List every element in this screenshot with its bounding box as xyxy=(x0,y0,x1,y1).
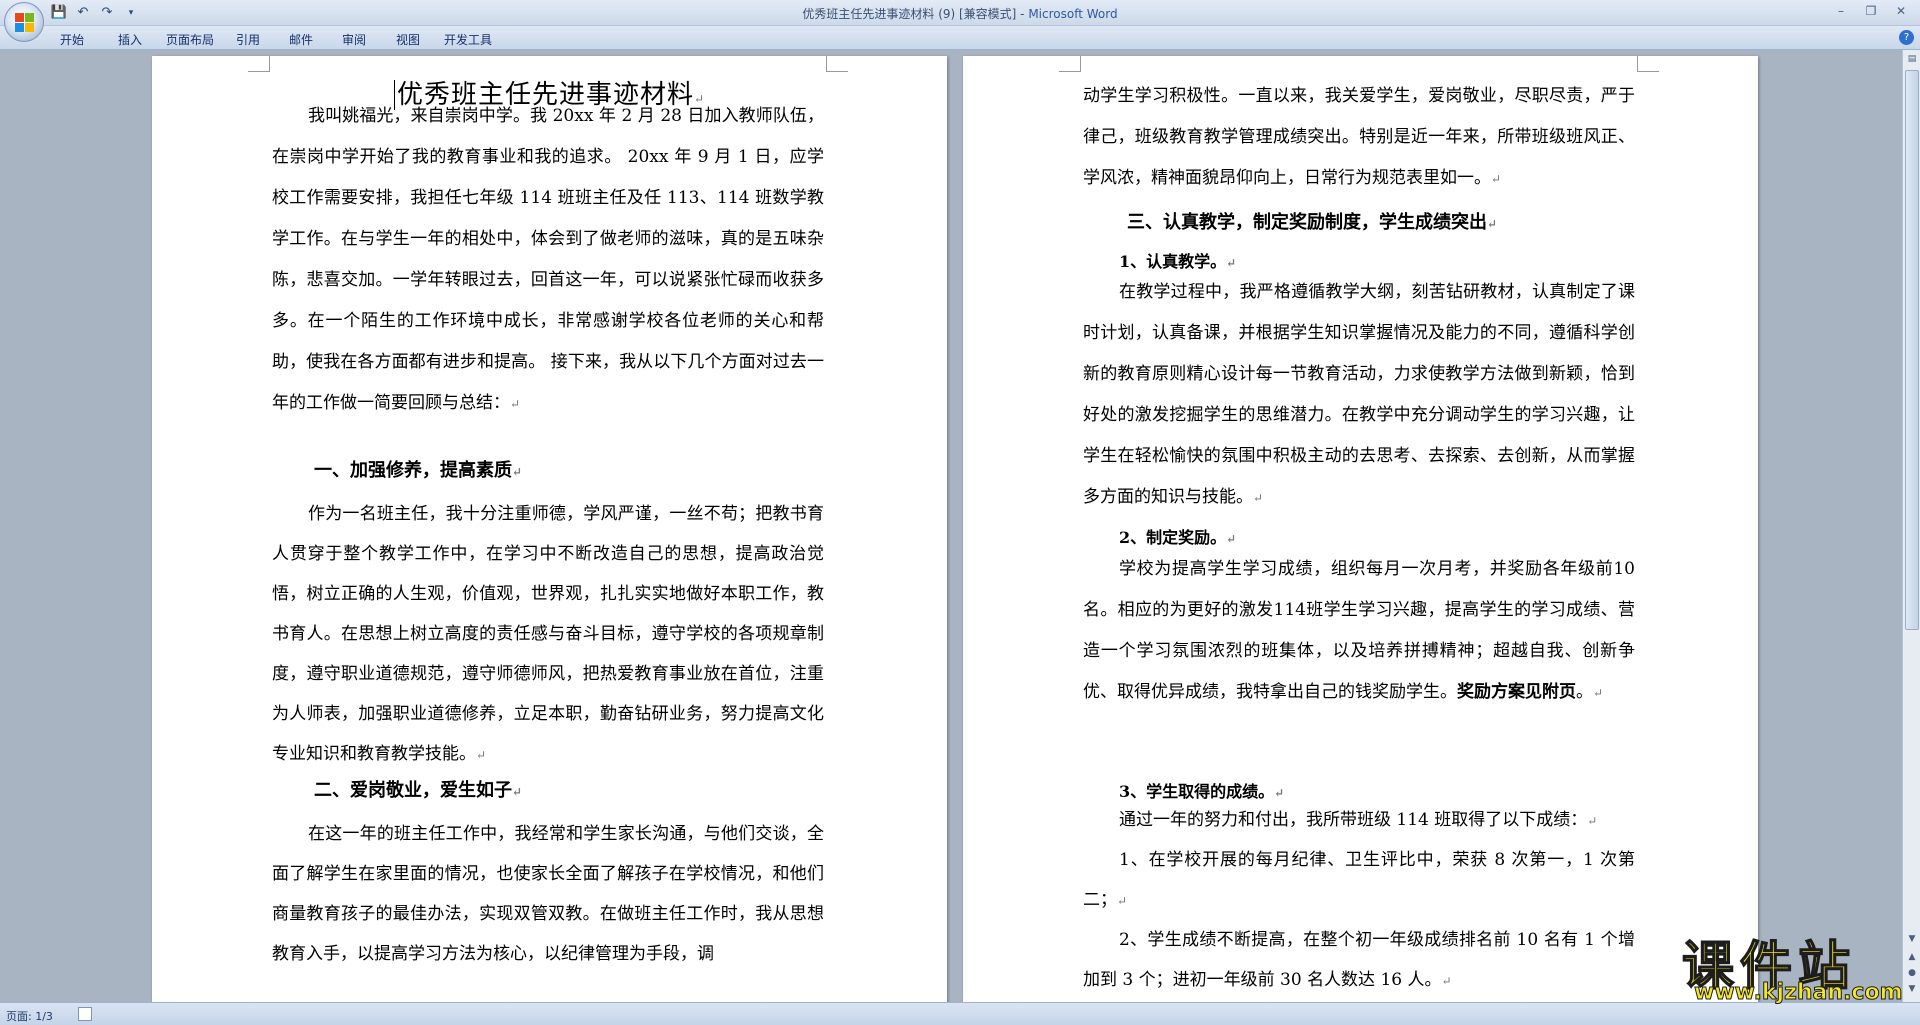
paragraph-mark: ↵ xyxy=(1117,894,1128,908)
vertical-scrollbar[interactable]: ▤ ▼ ▲ ● ▼ xyxy=(1902,50,1920,1002)
results-intro: 通过一年的努力和付出，我所带班级 114 班取得了以下成绩：↵ xyxy=(1083,800,1635,841)
margin-corner-mark xyxy=(248,56,270,72)
intro-paragraph: 我叫姚福光，来自崇岗中学。我 20xx 年 2 月 28 日加入教师队伍，在崇岗… xyxy=(272,96,824,425)
margin-corner-mark xyxy=(826,56,848,72)
paragraph-mark: ↵ xyxy=(512,465,523,479)
office-logo-icon xyxy=(15,13,35,33)
result-item-2: 2、学生成绩不断提高，在整个初一年级成绩排名前 10 名有 1 个增加到 3 个… xyxy=(1083,920,1635,1001)
title-bar: 💾 ↶ ↷ ▾ 优秀班主任先进事迹材料 (9) [兼容模式] - Microso… xyxy=(0,0,1920,42)
ribbon-tab-bar: 开始 插入 页面布局 引用 邮件 审阅 视图 开发工具 ? xyxy=(0,26,1920,50)
subheading-text: 2、制定奖励。 xyxy=(1119,528,1227,547)
help-icon[interactable]: ? xyxy=(1899,30,1914,45)
paragraph-end: 。 xyxy=(1576,682,1593,702)
tab-mailings[interactable]: 邮件 xyxy=(274,29,328,50)
restore-icon[interactable]: ❐ xyxy=(1858,2,1884,20)
document-page-2[interactable]: 动学生学习积极性。一直以来，我关爱学生，爱岗敬业，尽职尽责，严于律己，班级教育教… xyxy=(963,56,1758,1002)
tab-page-layout[interactable]: 页面布局 xyxy=(158,29,222,50)
ribbon-tabs: 开始 插入 页面布局 引用 邮件 审阅 视图 开发工具 xyxy=(52,29,500,50)
close-icon[interactable]: ✕ xyxy=(1888,2,1914,20)
subheading-text: 3、学生取得的成绩。 xyxy=(1119,782,1275,801)
document-page-1[interactable]: 优秀班主任先进事迹材料↵ 我叫姚福光，来自崇岗中学。我 20xx 年 2 月 2… xyxy=(152,56,947,1002)
paragraph-mark: ↵ xyxy=(1274,786,1285,800)
app-name: Microsoft Word xyxy=(1028,7,1118,21)
document-area: 优秀班主任先进事迹材料↵ 我叫姚福光，来自崇岗中学。我 20xx 年 2 月 2… xyxy=(0,50,1902,1002)
watermark-logo: 课件站 www.kjzhan.com xyxy=(1681,924,1914,1006)
margin-corner-mark xyxy=(1059,56,1081,72)
tab-references[interactable]: 引用 xyxy=(222,29,274,50)
section-2-paragraph: 在这一年的班主任工作中，我经常和学生家长沟通，与他们交谈，全面了解学生在家里面的… xyxy=(272,814,824,974)
section-1-paragraph: 作为一名班主任，我十分注重师德，学风严谨，一丝不苟；把教书育人贯穿于整个教学工作… xyxy=(272,494,824,775)
paragraph-mark: ↵ xyxy=(1226,532,1237,546)
paragraph-mark: ↵ xyxy=(1587,814,1598,828)
paragraph-mark: ↵ xyxy=(1226,256,1237,270)
ruler-toggle-icon[interactable]: ▤ xyxy=(1905,52,1919,66)
paragraph-mark: ↵ xyxy=(476,748,487,762)
result-item-1: 1、在学校开展的每月纪律、卫生评比中，荣获 8 次第一，1 次第二；↵ xyxy=(1083,840,1635,921)
office-button[interactable] xyxy=(4,2,44,42)
heading-text: 三、认真教学，制定奖励制度，学生成绩突出 xyxy=(1127,212,1487,233)
tab-developer[interactable]: 开发工具 xyxy=(436,29,500,50)
paragraph-text: 作为一名班主任，我十分注重师德，学风严谨，一丝不苟；把教书育人贯穿于整个教学工作… xyxy=(272,504,824,764)
page-count-status[interactable]: 页面: 1/3 xyxy=(6,1008,53,1024)
paragraph-mark: ↵ xyxy=(1593,686,1604,700)
paragraph-text: 1、在学校开展的每月纪律、卫生评比中，荣获 8 次第一，1 次第二； xyxy=(1083,850,1635,910)
subheading-text: 1、认真教学。 xyxy=(1119,252,1227,271)
paragraph-text: 在教学过程中，我严格遵循教学大纲，刻苦钻研教材，认真制定了课时计划，认真备课，并… xyxy=(1083,282,1635,507)
teaching-paragraph: 在教学过程中，我严格遵循教学大纲，刻苦钻研教材，认真制定了课时计划，认真备课，并… xyxy=(1083,272,1635,519)
reward-paragraph: 学校为提高学生学习成绩，组织每月一次月考，并奖励各年级前10名。相应的为更好的激… xyxy=(1083,549,1635,714)
tab-home[interactable]: 开始 xyxy=(52,29,92,50)
subheading-3: 3、学生取得的成绩。↵ xyxy=(1119,778,1284,802)
scrollbar-thumb[interactable] xyxy=(1905,70,1919,630)
heading-text: 一、加强修养，提高素质 xyxy=(314,460,512,481)
window-controls: – ❐ ✕ xyxy=(1828,2,1914,20)
paragraph-text: 在这一年的班主任工作中，我经常和学生家长沟通，与他们交谈，全面了解学生在家里面的… xyxy=(272,824,824,964)
paragraph-mark: ↵ xyxy=(512,785,523,799)
continued-paragraph: 动学生学习积极性。一直以来，我关爱学生，爱岗敬业，尽职尽责，严于律己，班级教育教… xyxy=(1083,76,1635,200)
paragraph-mark: ↵ xyxy=(1487,217,1498,231)
watermark-url: www.kjzhan.com xyxy=(1694,980,1904,1006)
tab-insert[interactable]: 插入 xyxy=(102,29,158,50)
paragraph-mark: ↵ xyxy=(1491,172,1502,186)
subheading-1: 1、认真教学。↵ xyxy=(1119,248,1236,272)
heading-text: 二、爱岗敬业，爱生如子 xyxy=(314,780,512,801)
paragraph-text: 动学生学习积极性。一直以来，我关爱学生，爱岗敬业，尽职尽责，严于律己，班级教育教… xyxy=(1083,86,1635,188)
paragraph-mark: ↵ xyxy=(1253,491,1264,505)
paragraph-mark: ↵ xyxy=(1441,974,1452,988)
status-bar: 页面: 1/3 xyxy=(0,1002,1920,1025)
section-heading-3: 三、认真教学，制定奖励制度，学生成绩突出↵ xyxy=(1127,208,1497,234)
appendix-reference: 奖励方案见附页 xyxy=(1457,682,1576,702)
window-title: 优秀班主任先进事迹材料 (9) [兼容模式] - Microsoft Word xyxy=(0,5,1920,22)
document-title-text: 优秀班主任先进事迹材料 (9) [兼容模式] - xyxy=(802,7,1029,21)
paragraph-mark: ↵ xyxy=(510,397,521,411)
section-heading-2: 二、爱岗敬业，爱生如子↵ xyxy=(314,776,522,802)
margin-corner-mark xyxy=(1637,56,1659,72)
section-heading-1: 一、加强修养，提高素质↵ xyxy=(314,456,522,482)
subheading-2: 2、制定奖励。↵ xyxy=(1119,524,1236,548)
minimize-icon[interactable]: – xyxy=(1828,2,1854,20)
tab-review[interactable]: 审阅 xyxy=(328,29,380,50)
paragraph-text: 学校为提高学生学习成绩，组织每月一次月考，并奖励各年级前10名。相应的为更好的激… xyxy=(1083,559,1635,702)
intro-text: 我叫姚福光，来自崇岗中学。我 20xx 年 2 月 28 日加入教师队伍，在崇岗… xyxy=(272,106,824,413)
tab-view[interactable]: 视图 xyxy=(380,29,436,50)
paragraph-text: 2、学生成绩不断提高，在整个初一年级成绩排名前 10 名有 1 个增加到 3 个… xyxy=(1083,930,1635,990)
proofing-status-icon[interactable] xyxy=(78,1007,92,1021)
paragraph-text: 通过一年的努力和付出，我所带班级 114 班取得了以下成绩： xyxy=(1119,810,1588,830)
